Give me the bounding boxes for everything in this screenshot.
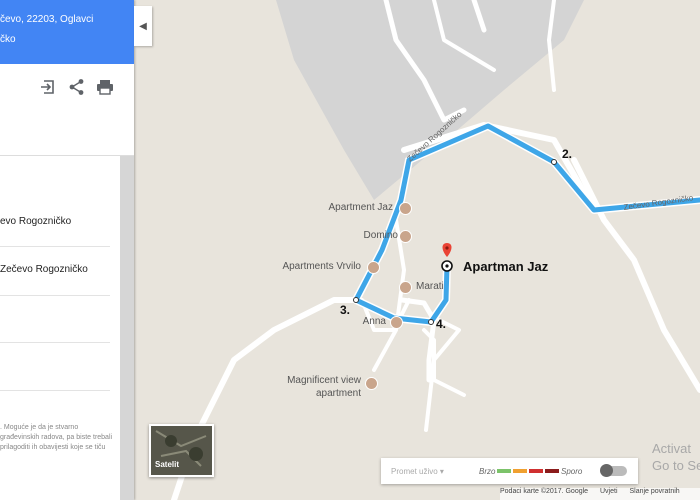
poi-label[interactable]: Anna: [363, 316, 386, 327]
map-gray-area: [276, 0, 584, 200]
route-node: [428, 319, 434, 325]
hotel-icon[interactable]: [399, 230, 412, 243]
hotel-icon[interactable]: [399, 281, 412, 294]
map-svg: Zečevo Rogozničko Zečevo Rogozničko: [171, 0, 700, 500]
satellite-label: Satelit: [155, 460, 180, 469]
row-divider: [0, 246, 110, 247]
traffic-toggle[interactable]: [600, 464, 627, 477]
map-footer: Podaci karte ©2017. Google Uvjeti Slanje…: [500, 488, 700, 500]
poi-label[interactable]: Apartment Jaz: [329, 202, 393, 213]
hotel-icon[interactable]: [390, 316, 403, 329]
map-canvas[interactable]: Zečevo Rogozničko Zečevo Rogozničko Apar…: [134, 0, 700, 500]
feedback-link[interactable]: Slanje povratnih: [629, 488, 679, 495]
toggle-knob: [600, 464, 613, 477]
road: [399, 297, 437, 383]
step-row-2[interactable]: Zečevo Rogozničko: [0, 264, 110, 275]
red-pin-icon: [442, 243, 452, 257]
row-divider: [0, 342, 110, 343]
print-icon[interactable]: [96, 78, 114, 96]
hotel-icon[interactable]: [367, 261, 380, 274]
poi-label[interactable]: Marati: [416, 281, 444, 292]
poi-label[interactable]: Magnificent view apartment: [261, 374, 361, 400]
hotel-icon[interactable]: [365, 377, 378, 390]
traffic-legend: Promet uživo ▾ Brzo Sporo: [381, 458, 638, 484]
share-icon[interactable]: [68, 78, 86, 96]
hotel-icon[interactable]: [399, 202, 412, 215]
live-traffic-dropdown[interactable]: Promet uživo ▾: [391, 467, 444, 476]
watermark-line2: Go to Se: [652, 458, 700, 473]
sign-in-icon[interactable]: [40, 78, 58, 96]
map-data-credit: Podaci karte ©2017. Google: [500, 488, 589, 495]
watermark-line1: Activat: [652, 441, 692, 456]
destination-marker-dot: [445, 264, 449, 268]
panel-scrollbar[interactable]: [120, 156, 134, 500]
route-node: [551, 159, 557, 165]
step-label-2: 2.: [562, 147, 573, 161]
traffic-color-bar: [497, 469, 511, 473]
route-node: [353, 297, 359, 303]
traffic-fast-label: Brzo: [479, 467, 496, 476]
traffic-color-bar: [545, 469, 559, 473]
panel-divider: [0, 155, 134, 156]
road-notice: . Moguće je da je stvarno građevinskih r…: [0, 424, 113, 451]
poi-label[interactable]: Domino: [364, 230, 398, 241]
satellite-toggle[interactable]: Satelit: [149, 424, 214, 477]
step-label-3: 3.: [340, 303, 351, 317]
address-line1: čevo, 22203, Oglavci: [0, 14, 94, 25]
poi-label[interactable]: Apartments Vrvilo: [282, 261, 361, 272]
traffic-color-bar: [513, 469, 527, 473]
destination-label: Apartman Jaz: [463, 259, 549, 274]
road-name: Zečevo Rogozničko: [623, 193, 694, 212]
road: [401, 122, 700, 213]
step-row-1[interactable]: evo Rogozničko: [0, 216, 110, 227]
terms-link[interactable]: Uvjeti: [600, 488, 618, 495]
row-divider: [0, 390, 110, 391]
traffic-slow-label: Sporo: [561, 467, 583, 476]
panel-header: čevo, 22203, Oglavci čko: [0, 0, 134, 64]
directions-panel: čevo, 22203, Oglavci čko evo Rogozničko …: [0, 0, 134, 500]
step-label-4: 4.: [436, 317, 447, 331]
row-divider: [0, 295, 110, 296]
traffic-color-bar: [529, 469, 543, 473]
address-line2: čko: [0, 34, 16, 45]
activation-watermark: Activat Go to Se: [652, 440, 700, 474]
